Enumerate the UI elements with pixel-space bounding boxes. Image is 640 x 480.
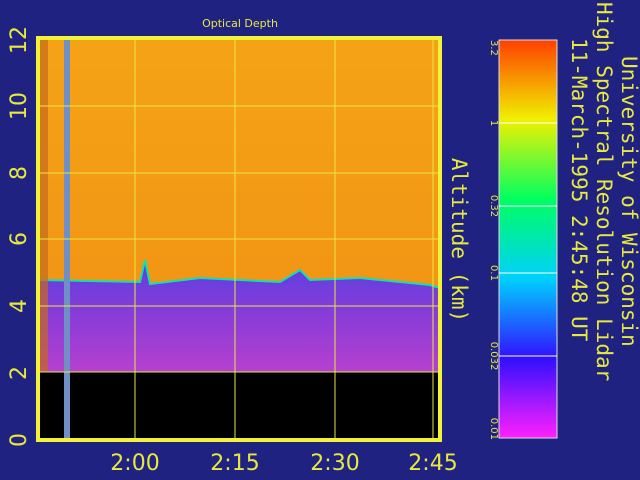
colorbar-tick-label: 0.32 xyxy=(488,195,499,217)
lidar-figure: Optical Depth 0 2 4 6 8 10 12 2:00 2:15 … xyxy=(7,2,640,476)
plot-area xyxy=(36,36,442,442)
x-tick-label: 2:15 xyxy=(210,451,259,476)
y-tick-label: 12 xyxy=(7,26,32,54)
x-axis: 2:00 2:15 2:30 2:45 xyxy=(110,451,457,476)
y-axis: 0 2 4 6 8 10 12 xyxy=(7,26,32,447)
y-tick-label: 0 xyxy=(7,433,32,447)
instrument-label: High Spectral Resolution Lidar xyxy=(592,2,616,381)
y-tick-label: 8 xyxy=(7,166,32,180)
colorbar-tick-label: 1 xyxy=(488,120,499,126)
y-tick-label: 4 xyxy=(7,299,32,313)
no-data-region xyxy=(38,372,440,440)
colorbar: 0.01 0.032 0.1 0.32 1 3.2 xyxy=(488,39,558,440)
institution-label: University of Wisconsin xyxy=(617,56,640,347)
date-time-label: 11-March-1995 2:45:48 UT xyxy=(567,38,591,342)
y-axis-title: Altitude (km) xyxy=(447,158,471,322)
x-tick-label: 2:30 xyxy=(310,451,359,476)
instrument-header: University of Wisconsin High Spectral Re… xyxy=(567,2,640,381)
y-tick-label: 10 xyxy=(7,92,32,120)
colorbar-tick-label: 3.2 xyxy=(488,40,499,56)
y-tick-label: 2 xyxy=(7,366,32,380)
colorbar-tick-label: 0.1 xyxy=(488,265,499,281)
x-tick-label: 2:45 xyxy=(408,451,457,476)
colorbar-tick-label: 0.01 xyxy=(488,418,499,440)
colorbar-gradient xyxy=(498,39,558,439)
x-tick-label: 2:00 xyxy=(110,451,159,476)
y-tick-label: 6 xyxy=(7,232,32,246)
chart-title: Optical Depth xyxy=(202,17,278,30)
colorbar-tick-label: 0.032 xyxy=(488,342,499,371)
